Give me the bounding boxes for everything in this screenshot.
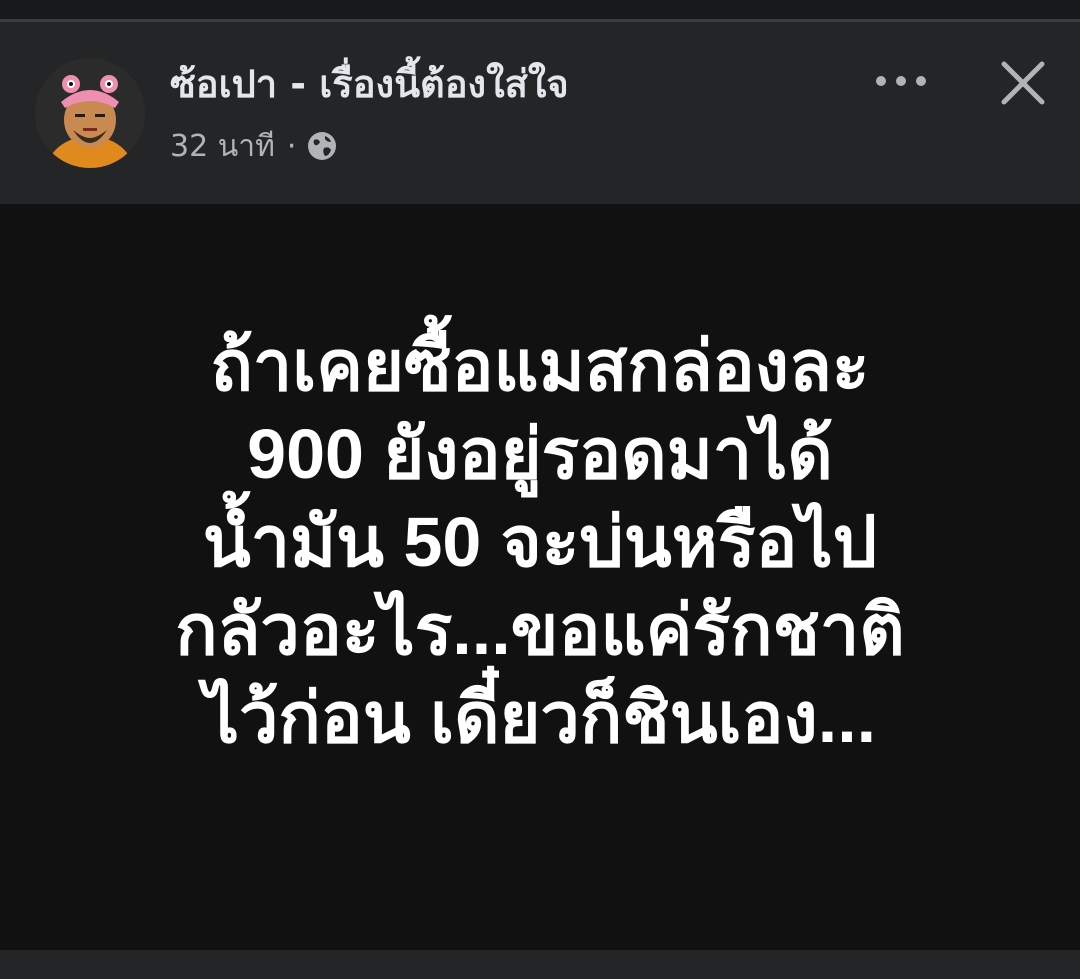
post-header: ซ้อเปา - เรื่องนี้ต้องใส่ใจ 32 นาที · bbox=[0, 22, 1080, 204]
more-options-icon bbox=[876, 76, 926, 86]
post-text-line: 900 ยังอยู่รอดมาได้ bbox=[247, 415, 833, 493]
post-text-line: ถ้าเคยซื้อแมสกล่องละ bbox=[210, 327, 870, 405]
avatar[interactable] bbox=[35, 58, 145, 168]
post-timestamp[interactable]: 32 นาที bbox=[170, 123, 275, 170]
post-image[interactable]: ถ้าเคยซื้อแมสกล่องละ 900 ยังอยู่รอดมาได้… bbox=[0, 204, 1080, 950]
close-button[interactable] bbox=[990, 50, 1056, 116]
post-text: ถ้าเคยซื้อแมสกล่องละ 900 ยังอยู่รอดมาได้… bbox=[60, 322, 1020, 762]
post-text-line: กลัวอะไร...ขอแค่รักชาติ bbox=[175, 591, 905, 669]
close-icon bbox=[1001, 61, 1045, 105]
post-text-line: ไว้ก่อน เดี๋ยวก็ชินเอง... bbox=[203, 679, 877, 757]
globe-icon bbox=[306, 130, 338, 162]
meta-separator: · bbox=[286, 128, 297, 164]
post-text-line: น้ำมัน 50 จะบ่นหรือไป bbox=[202, 503, 878, 581]
top-bar bbox=[0, 0, 1080, 22]
bottom-bar bbox=[0, 950, 1080, 979]
avatar-illustration bbox=[35, 58, 145, 168]
more-options-button[interactable] bbox=[866, 58, 936, 104]
page-name[interactable]: ซ้อเปา - เรื่องนี้ต้องใส่ใจ bbox=[170, 60, 569, 108]
post-meta: 32 นาที · bbox=[170, 126, 338, 166]
